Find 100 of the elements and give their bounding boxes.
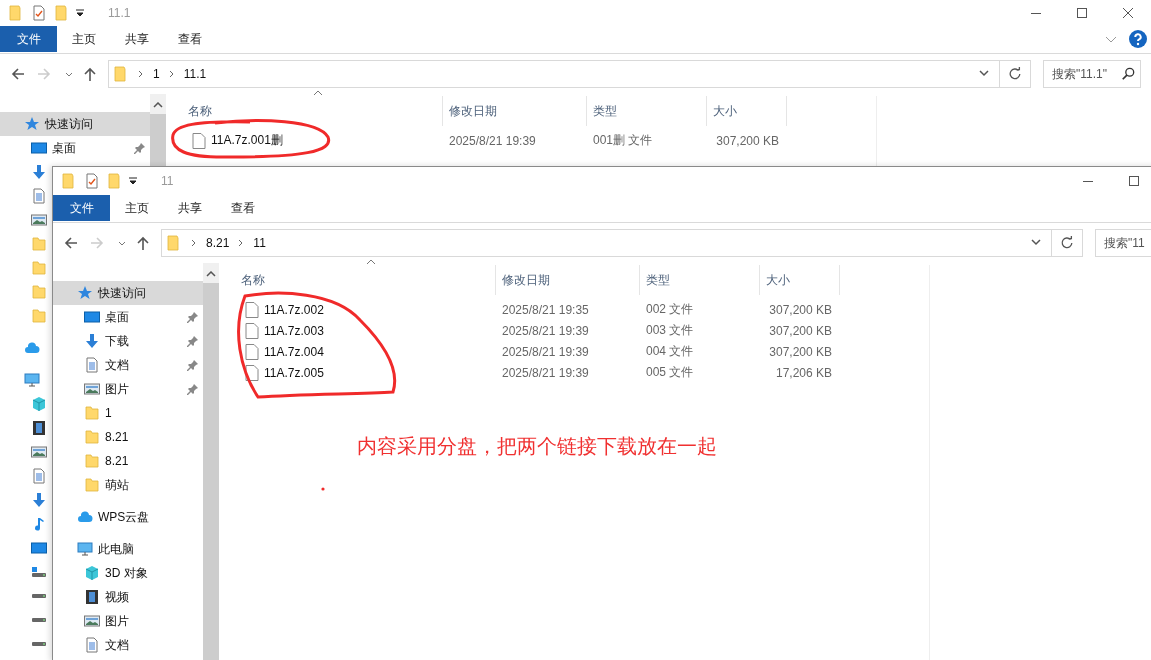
type-cell-text: 001删 文件 xyxy=(592,132,654,149)
date-cell-text: 2025/8/21 19:35 xyxy=(501,302,590,317)
sidebar-item[interactable]: 萌站 xyxy=(53,473,203,497)
search-field[interactable]: 搜索"11 xyxy=(1095,229,1151,257)
file-name[interactable]: 11A.7z.005 xyxy=(241,364,496,381)
drive-icon xyxy=(32,594,46,598)
chevron-up-icon[interactable] xyxy=(153,102,163,108)
scrollbar[interactable] xyxy=(150,94,166,166)
size-cell-text: 17,206 KB xyxy=(774,365,833,380)
sidebar-item[interactable]: 8.21 xyxy=(53,449,203,473)
ribbon-tab[interactable]: 查看 xyxy=(216,195,269,221)
breadcrumb[interactable]: 11.1 xyxy=(183,67,207,81)
pin-icon[interactable] xyxy=(134,142,146,154)
sidebar-item[interactable]: 此电脑 xyxy=(53,537,203,561)
file-name[interactable]: 11A.7z.002 xyxy=(241,301,496,318)
breadcrumb[interactable]: 8.21 xyxy=(206,236,230,250)
download-icon xyxy=(31,164,47,180)
drive-icon xyxy=(32,618,46,622)
file-name[interactable]: 11A.7z.003 xyxy=(241,322,496,339)
dropdown-icon[interactable] xyxy=(128,176,138,186)
refresh-button[interactable] xyxy=(1000,60,1031,88)
ribbon-tab[interactable]: 查看 xyxy=(163,26,216,52)
dropdown-icon[interactable] xyxy=(75,8,85,18)
scrollbar[interactable] xyxy=(203,263,219,660)
ribbon-tab[interactable]: 主页 xyxy=(57,26,110,52)
dot-mark xyxy=(321,487,325,491)
pin-icon[interactable] xyxy=(187,335,199,347)
properties-icon[interactable] xyxy=(31,5,47,21)
download-icon xyxy=(31,492,47,508)
search-icon[interactable] xyxy=(1121,67,1135,81)
pin-icon[interactable] xyxy=(187,383,199,395)
sidebar-item[interactable]: 桌面 xyxy=(53,305,203,329)
sidebar-item[interactable]: 下载 xyxy=(53,329,203,353)
cube-icon xyxy=(84,565,100,581)
search-field[interactable]: 搜索"11.1" xyxy=(1043,60,1141,88)
sidebar-item[interactable]: 桌面 xyxy=(0,136,150,160)
folder-icon xyxy=(84,477,100,493)
type-cell-text: 003 文件 xyxy=(645,322,695,339)
cloud-icon xyxy=(77,509,93,525)
chevron-right-icon[interactable] xyxy=(238,239,245,247)
desktop-icon xyxy=(31,140,47,156)
cloud-icon xyxy=(24,340,40,356)
back-arrow-icon[interactable] xyxy=(10,66,26,82)
picture-icon xyxy=(31,444,47,460)
sidebar-item[interactable]: 3D 对象 xyxy=(53,561,203,585)
column-header[interactable]: 名称 xyxy=(188,96,443,126)
pin-icon[interactable] xyxy=(187,359,199,371)
date-cell-text: 2025/8/21 19:39 xyxy=(501,323,590,338)
column-header[interactable]: 修改日期 xyxy=(443,96,587,126)
address-bar[interactable]: 8.21 11 xyxy=(161,229,1052,257)
back-arrow-icon[interactable] xyxy=(63,235,79,251)
chevron-down-icon[interactable] xyxy=(979,70,989,78)
maximize-icon xyxy=(1077,8,1087,18)
column-header[interactable]: 大小 xyxy=(760,265,840,295)
breadcrumb[interactable]: 1 xyxy=(153,67,160,81)
sidebar-item[interactable]: WPS云盘 xyxy=(53,505,203,529)
document-icon xyxy=(31,468,47,484)
annotation-text: 内容采用分盘，把两个链接下载放在一起 xyxy=(357,434,717,459)
sidebar-item[interactable]: 图片 xyxy=(53,609,203,633)
ribbon-tab[interactable]: 共享 xyxy=(110,26,163,52)
window-title: 11 xyxy=(161,174,174,188)
picture-icon xyxy=(31,212,47,228)
size-cell-text: 307,200 KB xyxy=(715,133,780,148)
sidebar-item[interactable]: 文档 xyxy=(53,353,203,377)
ribbon-tab[interactable]: 主页 xyxy=(110,195,163,221)
download-icon xyxy=(84,333,100,349)
folder-icon xyxy=(113,65,129,83)
folder-icon xyxy=(31,284,47,300)
up-arrow-icon[interactable] xyxy=(135,235,151,251)
column-header[interactable]: 类型 xyxy=(587,96,707,126)
column-header[interactable]: 修改日期 xyxy=(496,265,640,295)
column-header[interactable]: 类型 xyxy=(640,265,760,295)
refresh-button[interactable] xyxy=(1052,229,1083,257)
maximize-icon xyxy=(1129,176,1139,186)
column-header[interactable]: 名称 xyxy=(241,265,496,295)
chevron-up-icon[interactable] xyxy=(206,271,216,277)
folder-icon xyxy=(31,260,47,276)
pin-icon[interactable] xyxy=(187,311,199,323)
sidebar-item[interactable]: 8.21 xyxy=(53,425,203,449)
chevron-right-icon[interactable] xyxy=(191,239,197,247)
column-header[interactable]: 大小 xyxy=(707,96,787,126)
breadcrumb[interactable]: 11 xyxy=(253,236,266,250)
sidebar-item[interactable]: 图片 xyxy=(53,377,203,401)
up-arrow-icon[interactable] xyxy=(82,66,98,82)
sidebar-item[interactable]: 1 xyxy=(53,401,203,425)
help-icon[interactable] xyxy=(1129,30,1147,48)
sidebar-item[interactable]: 快速访问 xyxy=(0,112,150,136)
chevron-right-icon[interactable] xyxy=(138,70,144,78)
file-name[interactable]: 11A.7z.004 xyxy=(241,343,496,360)
sidebar-item[interactable]: 快速访问 xyxy=(53,281,203,305)
sidebar-item[interactable]: 文档 xyxy=(53,633,203,657)
chevron-right-icon[interactable] xyxy=(168,70,175,78)
file-icon xyxy=(192,132,206,149)
desktop-icon xyxy=(31,540,47,556)
file-name[interactable]: 11A.7z.001删 xyxy=(188,132,443,149)
properties-icon[interactable] xyxy=(84,173,100,189)
sidebar-item[interactable]: 视频 xyxy=(53,585,203,609)
address-bar[interactable]: 1 11.1 xyxy=(108,60,1000,88)
chevron-down-icon[interactable] xyxy=(1031,239,1041,247)
ribbon-tab[interactable]: 共享 xyxy=(163,195,216,221)
